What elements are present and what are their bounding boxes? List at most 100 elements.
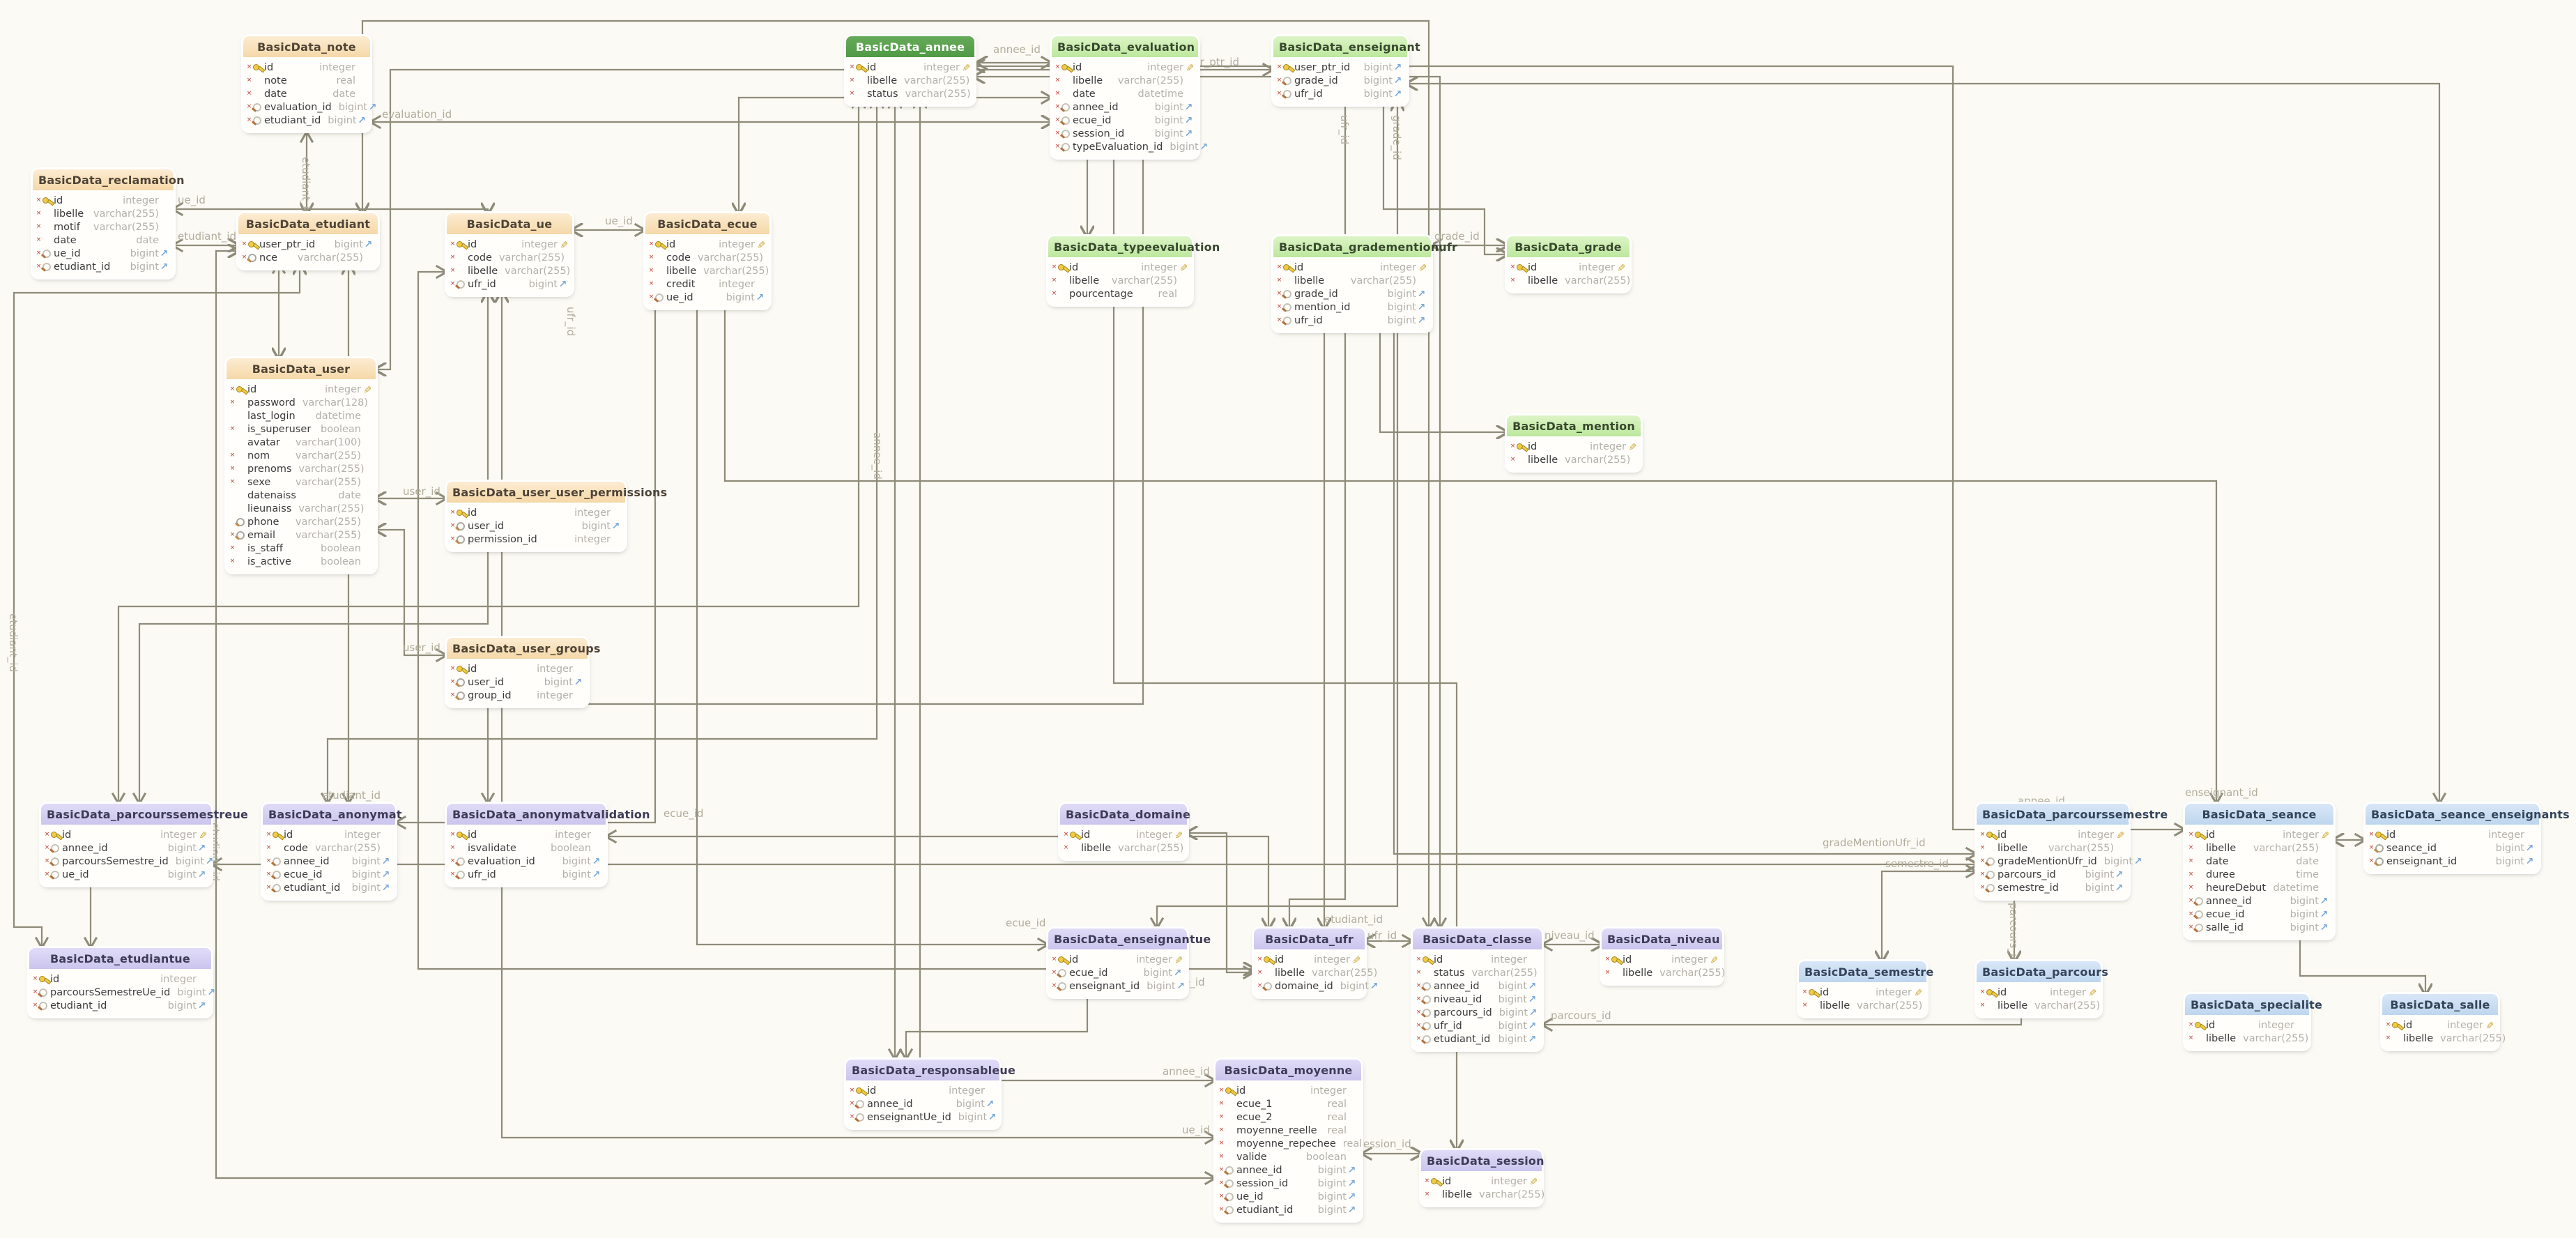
table-header[interactable]: BasicData_evaluation — [1052, 36, 1198, 57]
table-header[interactable]: BasicData_user — [227, 358, 376, 379]
table-basicdata_semestre[interactable]: BasicData_semestre×idinteger✎×libellevar… — [1799, 961, 1926, 1016]
table-header[interactable]: BasicData_grade — [1507, 236, 1630, 257]
field-row: ×libellevarchar(255) — [648, 264, 765, 277]
table-header[interactable]: BasicData_note — [243, 36, 370, 57]
table-header[interactable]: BasicData_anonymatvalidation — [447, 804, 606, 825]
table-header[interactable]: BasicData_etudiant — [238, 213, 378, 234]
not-null-marker: × — [1063, 845, 1069, 851]
table-header[interactable]: BasicData_typeevaluation — [1048, 236, 1192, 257]
table-basicdata_user_user_permissions[interactable]: BasicData_user_user_permissions×idintege… — [447, 482, 625, 550]
table-header[interactable]: BasicData_mention — [1507, 415, 1641, 436]
table-basicdata_parcourssemestreue[interactable]: BasicData_parcourssemestreue×idinteger✎×… — [41, 804, 211, 885]
table-header[interactable]: BasicData_semestre — [1799, 961, 1926, 982]
table-basicdata_ufr[interactable]: BasicData_ufr×idinteger✎×libellevarchar(… — [1254, 928, 1365, 997]
table-header[interactable]: BasicData_ue — [447, 213, 572, 234]
field-type: integer — [1147, 62, 1183, 73]
table-header[interactable]: BasicData_responsableue — [846, 1060, 999, 1080]
table-basicdata_parcourssemestre[interactable]: BasicData_parcourssemestre×idinteger✎×li… — [1977, 804, 2129, 899]
table-basicdata_salle[interactable]: BasicData_salle×idinteger✎×libellevarcha… — [2382, 994, 2498, 1049]
table-basicdata_niveau[interactable]: BasicData_niveau×idinteger✎×libellevarch… — [1602, 928, 1722, 984]
field-spacer — [252, 76, 263, 85]
table-header[interactable]: BasicData_parcours — [1977, 961, 2101, 982]
table-basicdata_gradementionufr[interactable]: BasicData_gradementionufr×idinteger✎×lib… — [1273, 236, 1431, 331]
edge-label: etudiant_id — [322, 789, 381, 802]
field-type: real — [1158, 289, 1177, 300]
table-basicdata_user_groups[interactable]: BasicData_user_groups×idinteger×user_idb… — [447, 638, 588, 706]
table-basicdata_annee[interactable]: BasicData_annee×idinteger✎×libellevarcha… — [846, 36, 974, 105]
table-basicdata_session[interactable]: BasicData_session×idinteger✎×libellevarc… — [1421, 1150, 1542, 1205]
field-spacer — [2194, 857, 2205, 866]
field-spacer — [1057, 276, 1068, 285]
table-basicdata_moyenne[interactable]: BasicData_moyenne×idinteger×ecue_1real×e… — [1216, 1060, 1361, 1221]
table-header[interactable]: BasicData_domaine — [1060, 804, 1187, 825]
auto-increment-icon: ✎ — [2085, 988, 2096, 997]
table-basicdata_parcours[interactable]: BasicData_parcours×idinteger✎×libellevar… — [1977, 961, 2101, 1016]
table-header[interactable]: BasicData_etudiantue — [29, 948, 211, 969]
field-spacer — [2194, 870, 2205, 879]
table-basicdata_specialite[interactable]: BasicData_specialite×idinteger×libelleva… — [2185, 994, 2309, 1049]
table-basicdata_seance[interactable]: BasicData_seance×idinteger✎×libellevarch… — [2185, 804, 2333, 938]
table-basicdata_seance_enseignants[interactable]: BasicData_seance_enseignants×idinteger×s… — [2366, 804, 2539, 872]
field-spacer — [236, 464, 247, 473]
foreign-key-icon — [252, 102, 263, 112]
field-row: ×is_staffboolean — [229, 542, 371, 555]
field-name: id — [1069, 954, 1078, 965]
table-header[interactable]: BasicData_parcourssemestreue — [41, 804, 211, 825]
foreign-key-icon — [1986, 870, 1997, 879]
field-type: integer — [1876, 987, 1912, 998]
table-basicdata_mention[interactable]: BasicData_mention×idinteger✎×libellevarc… — [1507, 415, 1641, 471]
field-row: ×pourcentagereal — [1051, 287, 1188, 300]
fk-arrow-icon: ↗ — [365, 239, 373, 250]
table-header[interactable]: BasicData_seance_enseignants — [2366, 804, 2539, 825]
table-header[interactable]: BasicData_user_groups — [447, 638, 588, 659]
table-header[interactable]: BasicData_anonymat — [263, 804, 395, 825]
table-header[interactable]: BasicData_niveau — [1602, 928, 1722, 949]
edge-label: etudiant_id — [178, 230, 236, 243]
er-diagram-canvas[interactable]: BasicData_evaluation.annee_idBasicData_n… — [0, 0, 2576, 1238]
table-header[interactable]: BasicData_ufr — [1254, 928, 1365, 949]
table-basicdata_typeevaluation[interactable]: BasicData_typeevaluation×idinteger✎×libe… — [1048, 236, 1192, 305]
table-header[interactable]: BasicData_ecue — [645, 213, 769, 234]
foreign-key-icon — [1057, 981, 1068, 991]
table-basicdata_anonymatvalidation[interactable]: BasicData_anonymatvalidation×idinteger×i… — [447, 804, 606, 885]
field-type: varchar(255) — [1479, 1189, 1544, 1200]
table-basicdata_etudiantue[interactable]: BasicData_etudiantue×idinteger×parcoursS… — [29, 948, 211, 1016]
table-basicdata_classe[interactable]: BasicData_classe×idinteger×statusvarchar… — [1413, 928, 1542, 1050]
table-header[interactable]: BasicData_enseignant — [1273, 36, 1407, 57]
field-name: id — [1081, 830, 1090, 841]
table-basicdata_evaluation[interactable]: BasicData_evaluation×idinteger✎×libellev… — [1052, 36, 1198, 158]
table-header[interactable]: BasicData_specialite — [2185, 994, 2309, 1015]
table-header[interactable]: BasicData_classe — [1413, 928, 1542, 949]
table-basicdata_ue[interactable]: BasicData_ue×idinteger✎×codevarchar(255)… — [447, 213, 572, 295]
field-type: integer — [719, 239, 755, 250]
table-header[interactable]: BasicData_gradementionufr — [1273, 236, 1431, 257]
table-basicdata_responsableue[interactable]: BasicData_responsableue×idinteger×annee_… — [846, 1060, 999, 1128]
table-header[interactable]: BasicData_enseignantue — [1048, 928, 1187, 949]
table-basicdata_enseignant[interactable]: BasicData_enseignant×user_ptr_idbigint↗×… — [1273, 36, 1407, 105]
table-basicdata_ecue[interactable]: BasicData_ecue×idinteger✎×codevarchar(25… — [645, 213, 769, 308]
table-basicdata_anonymat[interactable]: BasicData_anonymat×idinteger×codevarchar… — [263, 804, 395, 899]
table-basicdata_etudiant[interactable]: BasicData_etudiant×user_ptr_idbigint↗×nc… — [238, 213, 378, 268]
fk-arrow-icon: ↗ — [1418, 315, 1426, 326]
table-header[interactable]: BasicData_session — [1421, 1150, 1542, 1171]
table-header[interactable]: BasicData_user_user_permissions — [447, 482, 625, 503]
field-row: ×group_idinteger — [450, 689, 583, 702]
field-name: id — [1442, 1176, 1451, 1187]
field-row: ×ecue_idbigint↗ — [2188, 908, 2329, 921]
table-basicdata_grade[interactable]: BasicData_grade×idinteger✎×libellevarcha… — [1507, 236, 1630, 291]
table-basicdata_user[interactable]: BasicData_user×idinteger✎×passwordvarcha… — [227, 358, 376, 572]
table-basicdata_domaine[interactable]: BasicData_domaine×idinteger✎×libellevarc… — [1060, 804, 1187, 859]
field-type: bigint — [562, 856, 591, 867]
table-header[interactable]: BasicData_parcourssemestre — [1977, 804, 2129, 825]
auto-increment-icon: ✎ — [1614, 263, 1625, 272]
field-name: user_id — [468, 677, 504, 688]
foreign-key-icon — [1282, 89, 1294, 98]
table-header[interactable]: BasicData_salle — [2382, 994, 2498, 1015]
table-header[interactable]: BasicData_seance — [2185, 804, 2333, 825]
table-header[interactable]: BasicData_moyenne — [1216, 1060, 1361, 1080]
table-header[interactable]: BasicData_reclamation — [33, 169, 174, 190]
table-basicdata_reclamation[interactable]: BasicData_reclamation×idinteger×libellev… — [33, 169, 174, 277]
table-header[interactable]: BasicData_annee — [846, 36, 974, 57]
table-basicdata_note[interactable]: BasicData_note×idinteger×notereal×dateda… — [243, 36, 370, 131]
table-basicdata_enseignantue[interactable]: BasicData_enseignantue×idinteger✎×ecue_i… — [1048, 928, 1187, 997]
